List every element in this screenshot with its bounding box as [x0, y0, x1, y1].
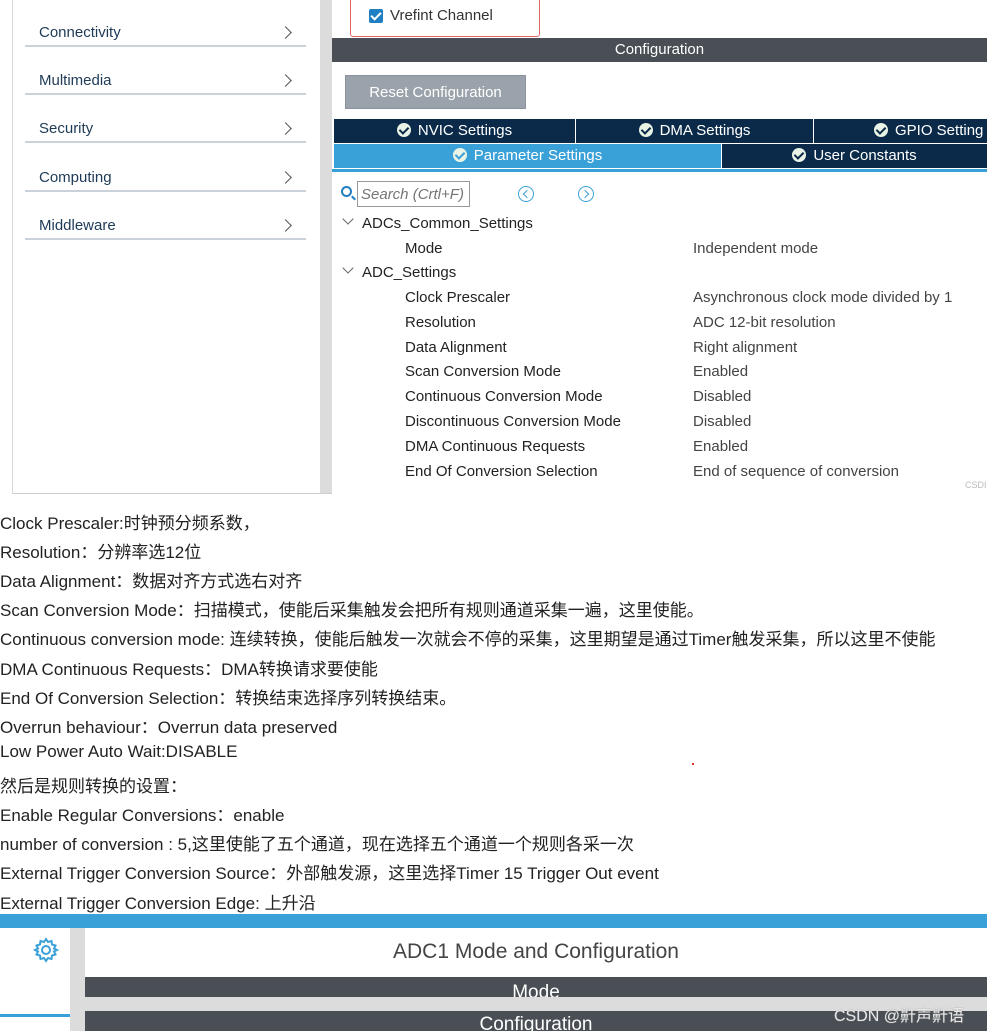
check-circle-icon: [452, 148, 467, 162]
chevron-right-icon: [279, 26, 292, 39]
adc1-mode-config-title: ADC1 Mode and Configuration: [392, 940, 679, 963]
tab-user-constants[interactable]: User Constants: [722, 144, 987, 168]
group-adc-settings[interactable]: ADC_Settings: [341, 262, 457, 281]
category-label: Security: [39, 120, 94, 137]
category-label: Middleware: [39, 217, 116, 234]
note-line: External Trigger Conversion Source：外部触发源…: [0, 864, 659, 883]
check-circle-icon: [792, 148, 807, 162]
check-circle-icon: [638, 123, 653, 137]
top-accent-bar: [0, 914, 987, 928]
previous-result-icon[interactable]: [518, 186, 534, 202]
note-line: 然后是规则转换的设置：: [0, 777, 187, 796]
chevron-down-icon: [342, 262, 354, 274]
group-label: ADC_Settings: [362, 264, 457, 281]
chevron-right-icon: [279, 122, 292, 135]
vrefint-label: Vrefint Channel: [390, 7, 493, 24]
param-name: Resolution: [405, 314, 476, 331]
check-circle-icon: [874, 123, 888, 137]
search-input[interactable]: [357, 181, 470, 207]
next-result-icon[interactable]: [578, 186, 594, 202]
note-line: Clock Prescaler:时钟预分频系数，: [0, 514, 260, 533]
cubemx-screenshot-top: Connectivity Multimedia Security Computi…: [0, 0, 987, 497]
note-line: Data Alignment：数据对齐方式选右对齐: [0, 572, 303, 591]
vrefint-checkbox[interactable]: [369, 9, 383, 23]
chevron-right-icon: [279, 171, 292, 184]
tab-dma-settings[interactable]: DMA Settings: [576, 119, 813, 143]
note-line: Low Power Auto Wait:DISABLE: [0, 742, 238, 761]
param-value[interactable]: ADC 12-bit resolution: [693, 314, 836, 331]
category-connectivity[interactable]: Connectivity: [25, 17, 306, 47]
param-name: Continuous Conversion Mode: [405, 388, 603, 405]
param-name: Mode: [405, 240, 443, 257]
gear-icon[interactable]: [33, 937, 59, 963]
reset-configuration-button[interactable]: Reset Configuration: [345, 75, 526, 109]
note-line: DMA Continuous Requests：DMA转换请求要使能: [0, 660, 378, 679]
note-line: External Trigger Conversion Edge: 上升沿: [0, 894, 316, 913]
csdn-watermark: CSDN @鼾声鼾语: [834, 1008, 965, 1025]
tab-parameter-settings[interactable]: Parameter Settings: [334, 144, 721, 168]
param-value[interactable]: Disabled: [693, 413, 751, 430]
active-tab-underline: [332, 169, 987, 172]
param-name: End Of Conversion Selection: [405, 463, 598, 480]
param-value[interactable]: Independent mode: [693, 240, 818, 257]
param-value[interactable]: Disabled: [693, 388, 751, 405]
category-label: Connectivity: [39, 24, 121, 41]
param-value[interactable]: Asynchronous clock mode divided by 1: [693, 289, 952, 306]
tab-label: NVIC Settings: [417, 122, 513, 139]
category-computing[interactable]: Computing: [25, 162, 306, 192]
check-circle-icon: [396, 123, 411, 137]
configuration-header: Configuration: [332, 38, 987, 62]
search-icon[interactable]: [341, 186, 352, 197]
chevron-right-icon: [279, 74, 292, 87]
category-multimedia[interactable]: Multimedia: [25, 65, 306, 95]
category-security[interactable]: Security: [25, 113, 306, 143]
param-name: Clock Prescaler: [405, 289, 511, 306]
mode-header[interactable]: Mode: [85, 977, 987, 997]
category-label: Computing: [39, 169, 112, 186]
param-name: Data Alignment: [405, 339, 507, 356]
panel-splitter[interactable]: [70, 928, 85, 1031]
tab-nvic-settings[interactable]: NVIC Settings: [334, 119, 575, 143]
note-line: Continuous conversion mode: 连续转换，使能后触发一次…: [0, 630, 936, 649]
param-name: Scan Conversion Mode: [405, 363, 561, 380]
note-line: End Of Conversion Selection：转换结束选择序列转换结束…: [0, 689, 457, 708]
chevron-down-icon: [342, 213, 354, 225]
note-line: Overrun behaviour：Overrun data preserved: [0, 718, 338, 737]
divider: [12, 493, 332, 494]
chevron-right-icon: [279, 219, 292, 232]
tab-label: DMA Settings: [659, 122, 751, 139]
active-underline: [0, 1014, 70, 1017]
category-label: Multimedia: [39, 72, 112, 89]
param-name: Discontinuous Conversion Mode: [405, 413, 621, 430]
param-name: DMA Continuous Requests: [405, 438, 586, 455]
param-value[interactable]: Right alignment: [693, 339, 797, 356]
group-label: ADCs_Common_Settings: [362, 215, 533, 232]
note-line: Scan Conversion Mode：扫描模式，使能后采集触发会把所有规则通…: [0, 601, 704, 620]
tab-label: Parameter Settings: [473, 147, 603, 164]
tab-gpio-settings[interactable]: GPIO Setting: [814, 119, 987, 143]
group-adcs-common-settings[interactable]: ADCs_Common_Settings: [341, 213, 533, 232]
watermark-fragment: CSDI: [965, 480, 987, 490]
category-middleware[interactable]: Middleware: [25, 210, 306, 240]
note-line: Resolution：分辨率选12位: [0, 543, 202, 562]
note-line: Enable Regular Conversions：enable: [0, 806, 285, 825]
panel-splitter[interactable]: [320, 0, 332, 494]
tab-label: User Constants: [813, 147, 917, 164]
param-value[interactable]: Enabled: [693, 438, 748, 455]
stray-dot: [692, 763, 694, 765]
tab-label: GPIO Setting: [895, 122, 984, 139]
note-line: number of conversion : 5,这里使能了五个通道，现在选择五…: [0, 835, 634, 854]
param-value[interactable]: End of sequence of conversion: [693, 463, 899, 480]
param-value[interactable]: Enabled: [693, 363, 748, 380]
